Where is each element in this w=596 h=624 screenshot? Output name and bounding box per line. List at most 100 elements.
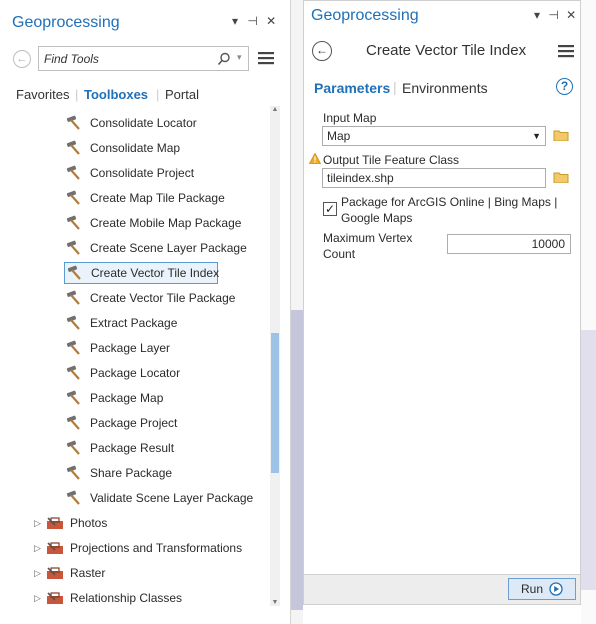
hammer-icon (66, 140, 82, 156)
tool-item[interactable]: Consolidate Locator (66, 112, 266, 134)
pin-icon[interactable]: ⊣ (548, 8, 558, 22)
tab-favorites[interactable]: Favorites (16, 87, 69, 102)
menu-icon[interactable] (558, 44, 574, 58)
input-map-value: Map (327, 129, 351, 143)
tool-item[interactable]: Create Vector Tile Index (64, 262, 220, 284)
run-button[interactable]: Run (508, 578, 576, 600)
tool-title: Create Vector Tile Index (366, 42, 527, 59)
tool-label: Share Package (90, 466, 173, 480)
tab-environments[interactable]: Environments (402, 80, 488, 96)
tab-toolboxes[interactable]: Toolboxes (84, 87, 148, 102)
pane-controls[interactable]: ▾ ⊣ ✕ (534, 8, 576, 22)
tool-item[interactable]: Package Project (66, 412, 266, 434)
geoprocessing-pane-right: Geoprocessing ▾ ⊣ ✕ ← Create Vector Tile… (303, 0, 581, 605)
tool-label: Package Map (90, 391, 164, 405)
back-icon[interactable]: ← (13, 50, 31, 68)
folder-icon[interactable] (553, 129, 569, 141)
max-vertex-input[interactable]: 10000 (447, 234, 571, 254)
scroll-down-icon[interactable]: ▼ (270, 599, 280, 606)
scrollbar-thumb[interactable] (271, 333, 279, 473)
toolbox-item[interactable]: ▷ Photos (34, 513, 107, 533)
pane-menu-icon[interactable]: ▾ (534, 8, 540, 22)
search-dropdown-icon[interactable]: ▾ (237, 52, 242, 63)
map-view-edge (291, 0, 303, 624)
hammer-icon (66, 315, 82, 331)
tool-item[interactable]: Validate Scene Layer Package (66, 487, 266, 509)
chevron-down-icon[interactable]: ▼ (532, 127, 541, 145)
warning-icon (309, 153, 321, 164)
tab-separator: | (156, 87, 160, 102)
max-vertex-value: 10000 (531, 237, 565, 251)
hammer-icon (66, 440, 82, 456)
map-imagery (581, 330, 596, 590)
tab-separator: | (393, 79, 397, 95)
output-field[interactable]: tileindex.shp (322, 168, 546, 188)
toolbox-item[interactable]: ▷ Projections and Transformations (34, 538, 242, 558)
scrollbar[interactable]: ▲ ▼ (270, 106, 280, 606)
hammer-icon (66, 290, 82, 306)
toolbox-item[interactable]: ▷ Relationship Classes (34, 588, 182, 608)
toolbox-icon (47, 542, 63, 554)
tool-label: Consolidate Project (90, 166, 195, 180)
search-icon[interactable] (217, 52, 231, 66)
tool-item[interactable]: Package Map (66, 387, 266, 409)
run-label: Run (520, 582, 543, 596)
help-icon[interactable]: ? (556, 78, 573, 95)
toolbox-item[interactable]: ▷ Raster (34, 563, 105, 583)
tab-portal[interactable]: Portal (165, 87, 199, 102)
hammer-icon (66, 415, 82, 431)
close-icon[interactable]: ✕ (566, 8, 576, 22)
toolbox-icon (47, 567, 63, 579)
checkmark-icon: ✓ (324, 202, 336, 216)
map-imagery (291, 310, 303, 610)
hammer-icon (67, 265, 83, 281)
pin-icon[interactable]: ⊣ (247, 14, 257, 28)
tool-label: Package Locator (90, 366, 181, 380)
hammer-icon (66, 190, 82, 206)
expand-arrow-icon[interactable]: ▷ (34, 543, 46, 554)
folder-icon[interactable] (553, 171, 569, 183)
geoprocessing-pane-left: Geoprocessing ▾ ⊣ ✕ ← Find Tools ▾ Favor… (0, 0, 291, 624)
tool-item[interactable]: Share Package (66, 462, 266, 484)
max-vertex-label: Maximum Vertex (323, 231, 413, 245)
tool-item[interactable]: Package Result (66, 437, 266, 459)
tool-label: Validate Scene Layer Package (90, 491, 254, 505)
close-icon[interactable]: ✕ (266, 14, 276, 28)
tool-item[interactable]: Extract Package (66, 312, 266, 334)
tool-item[interactable]: Create Vector Tile Package (66, 287, 266, 309)
output-label: Output Tile Feature Class (323, 153, 460, 167)
tool-label: Consolidate Map (90, 141, 181, 155)
tool-label: Create Vector Tile Package (90, 291, 236, 305)
hammer-icon (66, 340, 82, 356)
toolbox-label: Raster (70, 566, 106, 580)
scroll-up-icon[interactable]: ▲ (270, 106, 280, 113)
tool-label: Create Vector Tile Index (91, 266, 220, 280)
tool-item[interactable]: Package Locator (66, 362, 266, 384)
package-checkbox[interactable]: ✓ (323, 202, 337, 216)
tool-item[interactable]: Create Mobile Map Package (66, 212, 266, 234)
pane-title: Geoprocessing (311, 7, 419, 24)
search-placeholder: Find Tools (44, 52, 99, 66)
tool-item[interactable]: Package Layer (66, 337, 266, 359)
tool-item[interactable]: Create Scene Layer Package (66, 237, 266, 259)
tool-item[interactable]: Consolidate Map (66, 137, 266, 159)
input-map-label: Input Map (323, 111, 377, 125)
tool-label: Consolidate Locator (90, 116, 197, 130)
search-input[interactable]: Find Tools ▾ (38, 46, 249, 71)
pane-controls[interactable]: ▾ ⊣ ✕ (232, 14, 276, 28)
back-icon[interactable]: ← (312, 41, 332, 61)
tool-item[interactable]: Create Map Tile Package (66, 187, 266, 209)
pane-menu-icon[interactable]: ▾ (232, 14, 238, 28)
hammer-icon (66, 240, 82, 256)
expand-arrow-icon[interactable]: ▷ (34, 593, 46, 604)
tool-item[interactable]: Consolidate Project (66, 162, 266, 184)
menu-icon[interactable] (258, 51, 274, 65)
toolbox-label: Photos (70, 516, 108, 530)
tab-parameters[interactable]: Parameters (314, 80, 390, 96)
map-view-edge-right (581, 0, 596, 624)
expand-arrow-icon[interactable]: ▷ (34, 518, 46, 529)
output-value: tileindex.shp (327, 171, 394, 185)
input-map-select[interactable]: Map ▼ (322, 126, 546, 146)
toolbox-icon (47, 517, 63, 529)
expand-arrow-icon[interactable]: ▷ (34, 568, 46, 579)
